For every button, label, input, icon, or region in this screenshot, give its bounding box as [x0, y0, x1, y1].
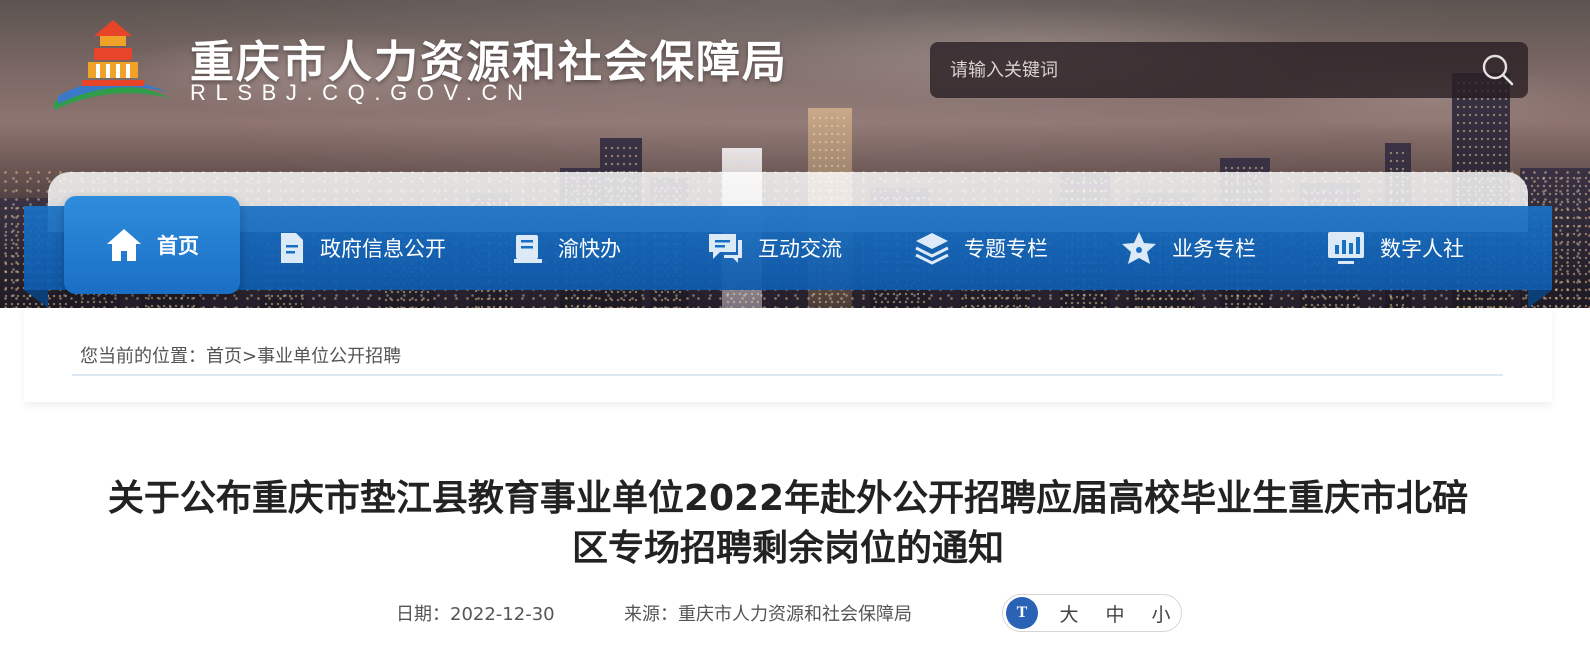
breadcrumb-divider [72, 374, 1503, 376]
nav-fold-left [24, 290, 48, 308]
breadcrumb-prefix: 您当前的位置： [80, 346, 206, 367]
breadcrumb-home-link[interactable]: 首页 [206, 346, 242, 367]
breadcrumb-separator: > [242, 346, 258, 367]
search-box [930, 42, 1528, 98]
article-date: 日期：2022-12-30 [396, 604, 555, 625]
font-size-icon-label: T [1016, 604, 1028, 621]
booklet-icon [512, 231, 544, 265]
emblem-logo-icon [54, 20, 170, 110]
search-button[interactable] [1468, 42, 1528, 98]
monitor-chart-icon [1326, 229, 1366, 267]
nav-item-special-topics[interactable]: 专题专栏 [914, 206, 1048, 290]
font-size-large-button[interactable]: 大 [1054, 600, 1084, 627]
nav-item-label: 业务专栏 [1172, 237, 1256, 261]
nav-item-label: 渝快办 [558, 237, 621, 261]
nav-item-digital[interactable]: 数字人社 [1326, 206, 1464, 290]
nav-fold-right [1528, 290, 1552, 308]
nav-item-business[interactable]: 业务专栏 [1120, 206, 1256, 290]
breadcrumb: 您当前的位置：首页>事业单位公开招聘 [80, 342, 401, 368]
font-size-control: T 大 中 小 [1002, 594, 1182, 632]
nav-item-label: 首页 [157, 234, 199, 258]
nav-item-interaction[interactable]: 互动交流 [706, 206, 842, 290]
article-source: 来源：重庆市人力资源和社会保障局 [624, 604, 912, 625]
chat-icon [706, 230, 744, 266]
nav-item-label: 数字人社 [1380, 237, 1464, 261]
font-size-medium-button[interactable]: 中 [1100, 600, 1130, 627]
breadcrumb-current-link[interactable]: 事业单位公开招聘 [257, 346, 401, 367]
search-input[interactable] [930, 42, 1468, 98]
search-icon [1482, 54, 1514, 86]
document-icon [276, 231, 306, 265]
font-size-small-button[interactable]: 小 [1146, 600, 1176, 627]
nav-item-label: 政府信息公开 [320, 237, 446, 261]
nav-item-label: 专题专栏 [964, 237, 1048, 261]
star-icon [1120, 230, 1158, 266]
font-size-icon: T [1006, 597, 1038, 629]
nav-item-gov-info[interactable]: 政府信息公开 [276, 206, 446, 290]
nav-item-yukuaiban[interactable]: 渝快办 [512, 206, 621, 290]
nav-item-home[interactable]: 首页 [64, 196, 240, 294]
layers-icon [914, 230, 950, 266]
site-domain: RLSBJ.CQ.GOV.CN [190, 80, 533, 105]
nav-item-label: 互动交流 [758, 237, 842, 261]
home-icon [105, 226, 143, 264]
article-title: 关于公布重庆市垫江县教育事业单位2022年赴外公开招聘应届高校毕业生重庆市北碚区… [107, 478, 1469, 569]
